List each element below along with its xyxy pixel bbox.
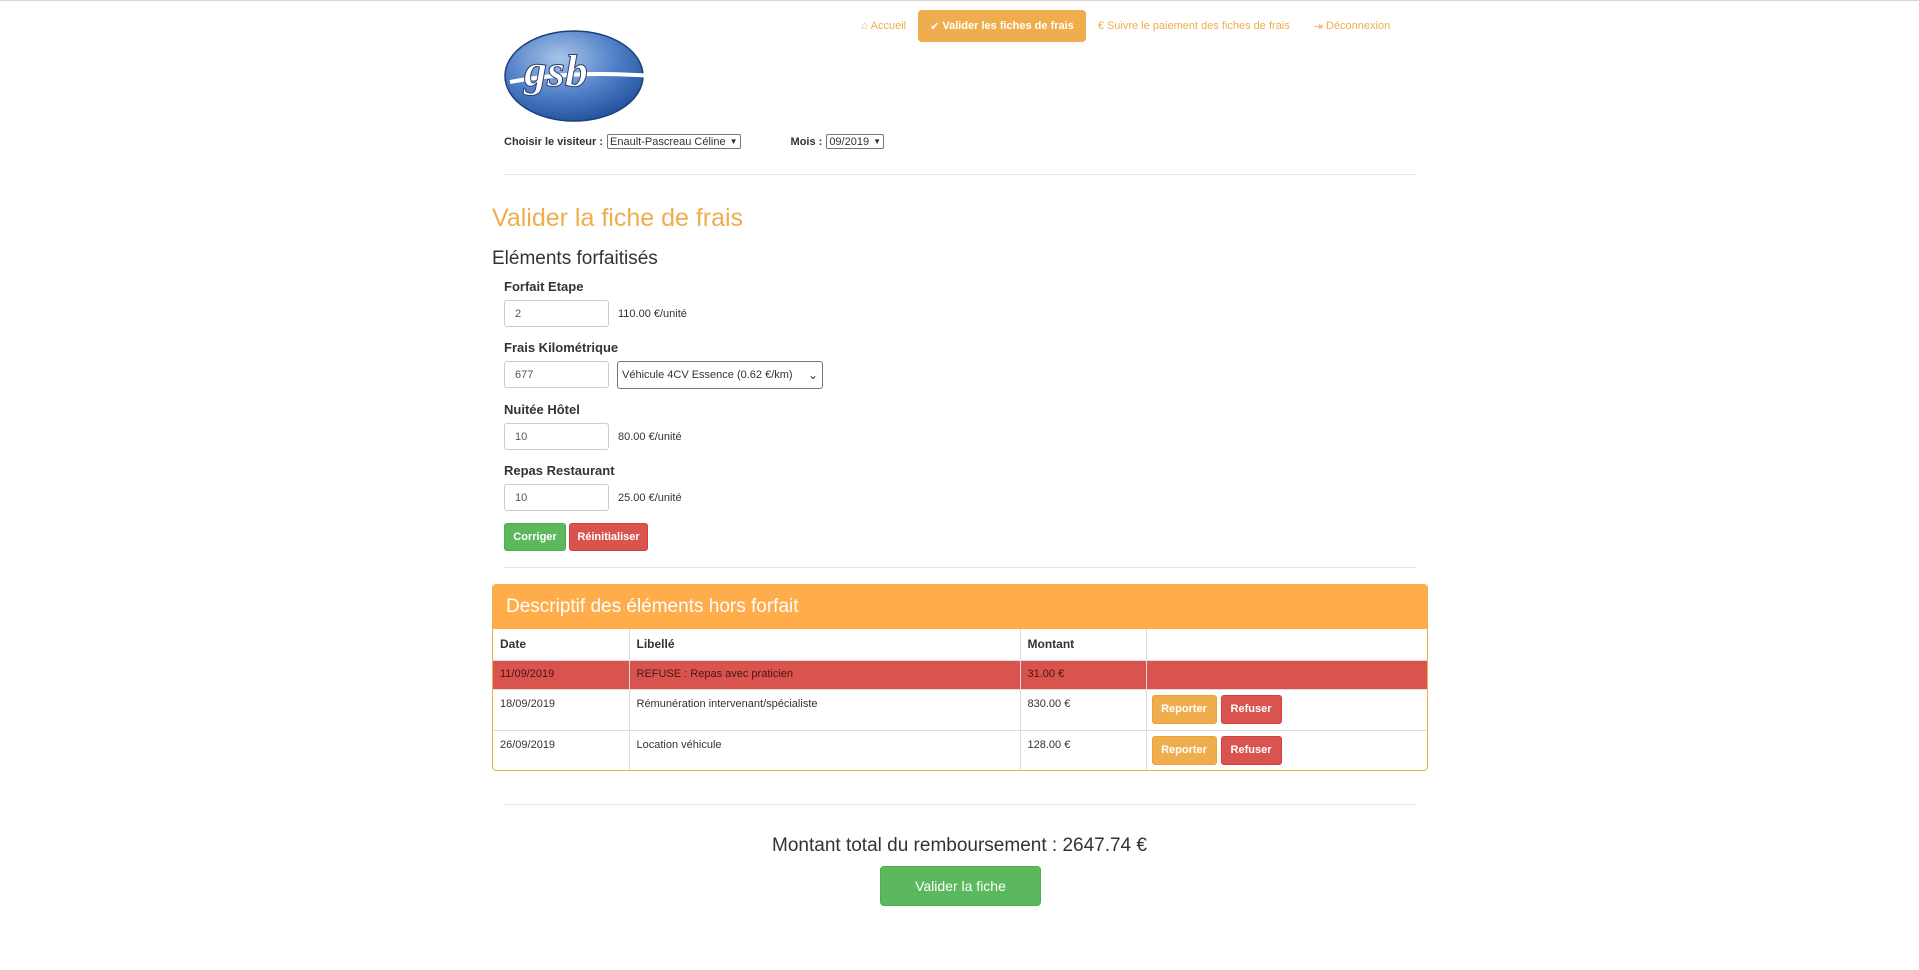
table-row: 26/09/2019 Location véhicule 128.00 € Re…: [493, 730, 1427, 770]
visitor-select-value: Enault-Pascreau Céline: [610, 135, 726, 148]
valider-fiche-button[interactable]: Valider la fiche: [880, 866, 1041, 906]
repas-restaurant-input[interactable]: 10: [504, 484, 609, 511]
nav-suivre-paiement-label: Suivre le paiement des fiches de frais: [1106, 20, 1290, 32]
row-libelle: Rémunération intervenant/spécialiste: [629, 689, 1021, 731]
nuitee-hotel-unit: 80.00 €/unité: [618, 431, 682, 443]
visitor-select[interactable]: Enault-Pascreau Céline ▼: [607, 134, 741, 149]
main-nav: ⌂ Accueil ✔ Valider les fiches de frais …: [849, 10, 1402, 42]
column-header-date: Date: [493, 629, 630, 661]
month-select-value: 09/2019: [829, 135, 870, 148]
column-header-actions: [1146, 629, 1427, 661]
gsb-logo: gsb: [504, 30, 653, 122]
chevron-down-icon: ▼: [873, 137, 881, 146]
row-montant: 31.00 €: [1020, 660, 1147, 690]
section-title-forfait: Eléments forfaitisés: [492, 248, 658, 269]
column-header-montant: Montant: [1020, 629, 1147, 661]
divider: [504, 567, 1416, 568]
repas-restaurant-unit: 25.00 €/unité: [618, 492, 682, 504]
nuitee-hotel-label: Nuitée Hôtel: [504, 402, 580, 417]
row-libelle: REFUSE : Repas avec praticien: [629, 660, 1021, 690]
total-amount: Montant total du remboursement : 2647.74…: [772, 835, 1147, 856]
nuitee-hotel-input[interactable]: 10: [504, 423, 609, 450]
row-date: 18/09/2019: [493, 689, 630, 731]
panel-heading: Descriptif des éléments hors forfait: [493, 585, 1427, 629]
month-label: Mois :: [790, 135, 823, 148]
row-libelle: Location véhicule: [629, 730, 1021, 770]
nav-valider-fiches[interactable]: ✔ Valider les fiches de frais: [918, 10, 1086, 42]
row-actions: [1146, 660, 1427, 690]
euro-icon: €: [1097, 20, 1104, 32]
logout-icon: ⇥: [1313, 20, 1323, 33]
corriger-button[interactable]: Corriger: [504, 523, 566, 551]
table-header-row: Date Libellé Montant: [493, 629, 1427, 661]
row-actions: Reporter Refuser: [1146, 689, 1427, 731]
forfait-etape-input[interactable]: 2: [504, 300, 609, 327]
visitor-label: Choisir le visiteur :: [504, 135, 604, 148]
forfait-etape-unit: 110.00 €/unité: [618, 308, 687, 320]
row-actions: Reporter Refuser: [1146, 730, 1427, 770]
row-date: 11/09/2019: [493, 660, 630, 690]
hors-forfait-panel: Descriptif des éléments hors forfait Dat…: [492, 584, 1428, 771]
column-header-libelle: Libellé: [629, 629, 1021, 661]
divider: [504, 174, 1416, 175]
reporter-button[interactable]: Reporter: [1151, 694, 1217, 724]
table-row: 18/09/2019 Rémunération intervenant/spéc…: [493, 689, 1427, 731]
chevron-down-icon: ▼: [729, 137, 738, 146]
row-montant: 830.00 €: [1020, 689, 1147, 731]
nav-accueil-label: Accueil: [870, 20, 907, 32]
hors-forfait-table: Date Libellé Montant 11/09/2019 REFUSE :…: [493, 629, 1427, 770]
refuser-button[interactable]: Refuser: [1220, 694, 1282, 724]
home-icon: ⌂: [861, 20, 868, 32]
filter-bar: Choisir le visiteur : Enault-Pascreau Cé…: [504, 134, 884, 149]
nav-accueil[interactable]: ⌂ Accueil: [849, 10, 918, 42]
table-row: 11/09/2019 REFUSE : Repas avec praticien…: [493, 660, 1427, 690]
vehicle-select-value: Véhicule 4CV Essence (0.62 €/km): [622, 369, 793, 381]
divider: [504, 804, 1416, 805]
nav-valider-fiches-label: Valider les fiches de frais: [942, 20, 1074, 32]
chevron-down-icon: ⌄: [807, 368, 818, 382]
vehicle-select[interactable]: Véhicule 4CV Essence (0.62 €/km) ⌄: [617, 361, 823, 389]
refuser-button[interactable]: Refuser: [1220, 735, 1282, 765]
check-icon: ✔: [930, 20, 940, 33]
reporter-button[interactable]: Reporter: [1151, 735, 1217, 765]
forfait-etape-label: Forfait Etape: [504, 279, 584, 294]
month-select[interactable]: 09/2019 ▼: [826, 134, 884, 149]
frais-km-input[interactable]: 677: [504, 361, 609, 388]
nav-deconnexion[interactable]: ⇥ Déconnexion: [1302, 10, 1402, 42]
page-title: Valider la fiche de frais: [492, 204, 744, 232]
nav-suivre-paiement[interactable]: € Suivre le paiement des fiches de frais: [1086, 10, 1302, 42]
row-date: 26/09/2019: [493, 730, 630, 770]
top-border: [0, 0, 1919, 1]
reinitialiser-button[interactable]: Réinitialiser: [569, 523, 648, 551]
repas-restaurant-label: Repas Restaurant: [504, 463, 615, 478]
nav-deconnexion-label: Déconnexion: [1325, 20, 1391, 32]
row-montant: 128.00 €: [1020, 730, 1147, 770]
logo-text: gsb: [523, 45, 588, 96]
frais-km-label: Frais Kilométrique: [504, 340, 619, 355]
